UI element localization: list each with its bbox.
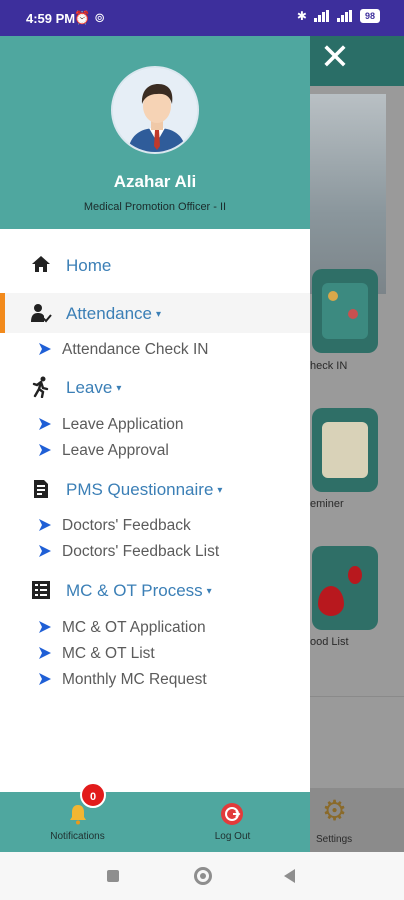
signal-icon-2 bbox=[336, 10, 353, 22]
menu-label-leave: Leave ▾ bbox=[66, 378, 122, 397]
submenu-label: MC & OT List bbox=[62, 645, 155, 662]
avatar bbox=[111, 66, 199, 154]
submenu-item-monthly-mc-request[interactable]: Monthly MC Request bbox=[0, 667, 310, 693]
submenu-label: Doctors' Feedback List bbox=[62, 543, 220, 560]
submenu-item-doctors-feedback[interactable]: Doctors' Feedback bbox=[0, 513, 310, 539]
background-card-blood-list bbox=[312, 546, 378, 630]
arrow-right-icon bbox=[39, 444, 51, 456]
drawer-footer: 0 Notifications Log Out bbox=[0, 782, 310, 852]
chevron-down-icon: ▾ bbox=[206, 586, 212, 598]
system-navigation-bar bbox=[0, 852, 404, 900]
home-nav-icon[interactable] bbox=[194, 867, 212, 885]
logout-icon bbox=[221, 803, 243, 825]
submenu-label: Attendance Check IN bbox=[62, 341, 209, 358]
user-name: Azahar Ali bbox=[113, 172, 197, 191]
background-label: ood List bbox=[310, 636, 349, 648]
menu-item-home[interactable]: Home bbox=[0, 245, 310, 285]
submenu-label: Doctors' Feedback bbox=[62, 517, 191, 534]
background-card-check-in bbox=[312, 269, 378, 353]
arrow-right-icon bbox=[39, 621, 51, 633]
arrow-right-icon bbox=[39, 545, 51, 557]
running-person-icon bbox=[30, 376, 52, 399]
menu-label-attendance: Attendance ▾ bbox=[66, 304, 162, 323]
submenu-label: Leave Application bbox=[62, 416, 184, 433]
background-card-seminar bbox=[312, 408, 378, 492]
background-settings-tab: ⚙ Settings bbox=[310, 788, 404, 852]
home-icon bbox=[30, 254, 52, 276]
status-time: 4:59 PM bbox=[26, 11, 76, 26]
recent-apps-icon[interactable] bbox=[107, 870, 119, 882]
status-bar: 4:59 PM ⏰⊚ ✱ 98 bbox=[0, 0, 404, 36]
submenu-label: Leave Approval bbox=[62, 442, 169, 459]
logout-button[interactable]: Log Out bbox=[155, 792, 310, 852]
menu-label-pms: PMS Questionnaire ▾ bbox=[66, 480, 223, 499]
bluetooth-icon: ✱ bbox=[296, 9, 307, 23]
submenu-label: Monthly MC Request bbox=[62, 671, 207, 688]
arrow-right-icon bbox=[39, 418, 51, 430]
menu-item-leave[interactable]: Leave ▾ bbox=[0, 367, 310, 407]
questionnaire-icon bbox=[30, 478, 52, 500]
hotspot-icon: ⊚ bbox=[94, 10, 110, 25]
submenu-item-mc-ot-application[interactable]: MC & OT Application bbox=[0, 615, 310, 641]
document-list-icon bbox=[30, 579, 52, 601]
background-divider bbox=[310, 696, 404, 697]
background-label: eminer bbox=[310, 498, 344, 510]
submenu-item-attendance-check-in[interactable]: Attendance Check IN bbox=[0, 337, 310, 363]
submenu-item-leave-approval[interactable]: Leave Approval bbox=[0, 438, 310, 464]
navigation-drawer: Azahar Ali Medical Promotion Officer - I… bbox=[0, 36, 310, 852]
arrow-right-icon bbox=[39, 673, 51, 685]
user-role: Medical Promotion Officer - II bbox=[83, 201, 227, 213]
close-drawer-button[interactable]: ✕ bbox=[318, 39, 352, 76]
menu-item-mc-ot-process[interactable]: MC & OT Process ▾ bbox=[0, 570, 310, 610]
arrow-right-icon bbox=[39, 343, 51, 355]
chevron-down-icon: ▾ bbox=[116, 383, 122, 395]
menu-label-mc-ot: MC & OT Process ▾ bbox=[66, 581, 212, 600]
battery-icon: 98 bbox=[359, 9, 380, 23]
chevron-down-icon: ▾ bbox=[217, 485, 223, 497]
submenu-item-leave-application[interactable]: Leave Application bbox=[0, 412, 310, 438]
background-banner-image bbox=[310, 94, 386, 294]
submenu-item-doctors-feedback-list[interactable]: Doctors' Feedback List bbox=[0, 539, 310, 565]
notification-badge: 0 bbox=[80, 782, 106, 808]
chevron-down-icon: ▾ bbox=[156, 309, 162, 321]
logout-label: Log Out bbox=[214, 831, 251, 842]
notifications-label: Notifications bbox=[50, 831, 105, 842]
drawer-header: Azahar Ali Medical Promotion Officer - I… bbox=[0, 36, 310, 229]
notifications-button[interactable]: 0 Notifications bbox=[0, 782, 155, 852]
menu-item-pms-questionnaire[interactable]: PMS Questionnaire ▾ bbox=[0, 469, 310, 509]
status-icons: ⏰⊚ bbox=[74, 10, 109, 26]
background-label: heck IN bbox=[310, 360, 348, 372]
user-check-icon bbox=[30, 302, 52, 324]
arrow-right-icon bbox=[39, 519, 51, 531]
menu-item-attendance[interactable]: Attendance ▾ bbox=[0, 293, 310, 333]
submenu-item-mc-ot-list[interactable]: MC & OT List bbox=[0, 641, 310, 667]
gear-icon: ⚙ bbox=[322, 795, 348, 826]
back-icon[interactable] bbox=[284, 869, 295, 883]
submenu-label: MC & OT Application bbox=[62, 619, 206, 636]
status-right: ✱ 98 bbox=[297, 9, 380, 23]
alarm-icon: ⏰ bbox=[74, 10, 95, 25]
settings-label: Settings bbox=[316, 834, 353, 845]
menu-label-home: Home bbox=[66, 256, 112, 275]
signal-icon bbox=[313, 10, 330, 22]
arrow-right-icon bbox=[39, 647, 51, 659]
